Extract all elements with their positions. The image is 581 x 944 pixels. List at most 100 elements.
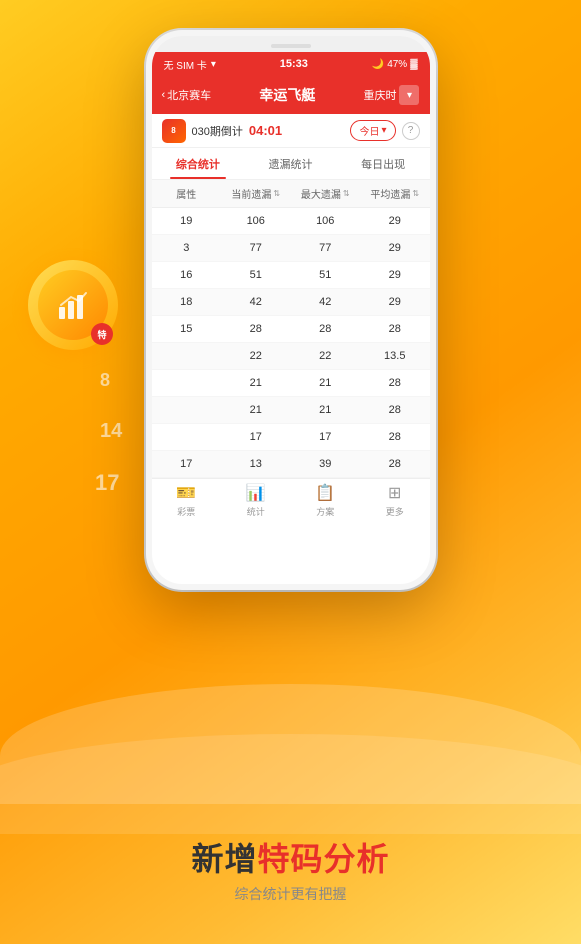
table-row: 17 17 28 — [152, 424, 430, 451]
wifi-icon: ▾ — [211, 59, 216, 70]
bottom-nav-lottery[interactable]: 🎫 彩票 — [152, 483, 222, 518]
tab-daily[interactable]: 每日出现 — [337, 148, 430, 179]
main-title-highlight: 特码分析 — [258, 841, 390, 877]
table-row: 19 106 106 29 — [152, 208, 430, 235]
nav-dropdown-icon[interactable]: ▾ — [399, 85, 419, 105]
nav-right[interactable]: 重庆时 ▾ — [363, 85, 419, 105]
th-attr: 属性 — [152, 180, 222, 207]
td-avg: 28 — [360, 397, 430, 423]
nav-title: 幸运飞艇 — [259, 85, 315, 105]
td-attr: 17 — [152, 451, 222, 477]
tab-missing[interactable]: 遗漏统计 — [244, 148, 337, 179]
table-row: 18 42 42 29 — [152, 289, 430, 316]
sort-icon-avg: ⇅ — [412, 189, 419, 198]
period-text: 030期倒计 — [192, 123, 243, 139]
td-avg: 28 — [360, 451, 430, 477]
td-max: 17 — [291, 424, 361, 450]
table-row: 16 51 51 29 — [152, 262, 430, 289]
tab-bar: 综合统计 遗漏统计 每日出现 — [152, 148, 430, 180]
table-row: 21 21 28 — [152, 370, 430, 397]
td-current: 51 — [221, 262, 291, 288]
table-row: 15 28 28 28 — [152, 316, 430, 343]
td-current: 13 — [221, 451, 291, 477]
th-current[interactable]: 当前遗漏 ⇅ — [221, 180, 291, 207]
bottom-nav-stats[interactable]: 📊 统计 — [221, 483, 291, 518]
carrier-label: 无 SIM 卡 — [164, 57, 207, 72]
td-max: 42 — [291, 289, 361, 315]
td-current: 106 — [221, 208, 291, 234]
help-icon: ? — [408, 125, 414, 136]
td-avg: 29 — [360, 208, 430, 234]
td-attr — [152, 370, 222, 396]
deco-number-3: 17 — [95, 470, 119, 496]
table-row: 22 22 13.5 — [152, 343, 430, 370]
bottom-nav: 🎫 彩票 📊 统计 📋 方案 ⊞ 更多 — [152, 478, 430, 522]
nav-back-label: 北京赛车 — [167, 87, 211, 103]
td-max: 39 — [291, 451, 361, 477]
td-attr: 16 — [152, 262, 222, 288]
td-max: 22 — [291, 343, 361, 369]
th-avg[interactable]: 平均遗漏 ⇅ — [360, 180, 430, 207]
today-button[interactable]: 今日 ▾ — [350, 120, 395, 141]
sub-title: 综合统计更有把握 — [0, 884, 581, 904]
sort-icon-current: ⇅ — [273, 189, 280, 198]
main-title-prefix: 新增 — [191, 841, 257, 877]
bottom-nav-more[interactable]: ⊞ 更多 — [360, 483, 430, 518]
td-attr: 3 — [152, 235, 222, 261]
td-max: 21 — [291, 397, 361, 423]
table-row: 17 13 39 28 — [152, 451, 430, 478]
status-right: 🌙 47% ▓ — [372, 59, 418, 70]
table-body: 19 106 106 29 3 77 77 29 16 51 51 29 18 … — [152, 208, 430, 478]
status-time: 15:33 — [280, 58, 308, 70]
td-avg: 29 — [360, 235, 430, 261]
help-button[interactable]: ? — [402, 122, 420, 140]
table-row: 21 21 28 — [152, 397, 430, 424]
td-max: 28 — [291, 316, 361, 342]
status-left: 无 SIM 卡 ▾ — [164, 57, 216, 72]
stats-label: 统计 — [247, 505, 265, 518]
td-attr — [152, 397, 222, 423]
td-current: 28 — [221, 316, 291, 342]
table-row: 3 77 77 29 — [152, 235, 430, 262]
plan-icon: 📋 — [315, 483, 335, 503]
nav-back-button[interactable]: ‹ 北京赛车 — [162, 87, 212, 103]
badge-te-label: 特 — [91, 323, 113, 345]
td-avg: 28 — [360, 424, 430, 450]
tab-comprehensive[interactable]: 综合统计 — [152, 148, 245, 179]
back-icon: ‹ — [162, 89, 166, 101]
battery-icon: ▓ — [410, 59, 417, 70]
logo-badge: 8 — [162, 119, 186, 143]
td-max: 51 — [291, 262, 361, 288]
td-avg: 28 — [360, 316, 430, 342]
td-attr — [152, 424, 222, 450]
deco-number-1: 8 — [100, 370, 110, 391]
badge-circle: 特 — [28, 260, 118, 350]
td-current: 21 — [221, 370, 291, 396]
td-attr: 18 — [152, 289, 222, 315]
lottery-label: 彩票 — [177, 505, 195, 518]
today-dropdown-icon: ▾ — [381, 125, 386, 136]
moon-icon: 🌙 — [372, 59, 384, 70]
bottom-text-section: 新增特码分析 综合统计更有把握 — [0, 834, 581, 904]
table-header: 属性 当前遗漏 ⇅ 最大遗漏 ⇅ 平均遗漏 ⇅ — [152, 180, 430, 208]
td-max: 21 — [291, 370, 361, 396]
status-bar: 无 SIM 卡 ▾ 15:33 🌙 47% ▓ — [152, 52, 430, 76]
nav-bar: ‹ 北京赛车 幸运飞艇 重庆时 ▾ — [152, 76, 430, 114]
td-current: 42 — [221, 289, 291, 315]
td-avg: 29 — [360, 262, 430, 288]
phone-frame: 无 SIM 卡 ▾ 15:33 🌙 47% ▓ ‹ 北京赛车 幸运飞艇 重 — [146, 30, 436, 590]
td-attr: 19 — [152, 208, 222, 234]
today-label: 今日 — [359, 123, 379, 138]
data-table: 属性 当前遗漏 ⇅ 最大遗漏 ⇅ 平均遗漏 ⇅ 19 — [152, 180, 430, 478]
bg-wave2 — [0, 734, 581, 834]
lottery-icon: 🎫 — [176, 483, 196, 503]
main-title: 新增特码分析 — [0, 834, 581, 880]
th-max[interactable]: 最大遗漏 ⇅ — [291, 180, 361, 207]
sub-header: 8 030期倒计 04:01 今日 ▾ ? — [152, 114, 430, 148]
bottom-nav-plan[interactable]: 📋 方案 — [291, 483, 361, 518]
td-current: 21 — [221, 397, 291, 423]
td-current: 17 — [221, 424, 291, 450]
sort-icon-max: ⇅ — [343, 189, 350, 198]
td-attr — [152, 343, 222, 369]
td-current: 22 — [221, 343, 291, 369]
